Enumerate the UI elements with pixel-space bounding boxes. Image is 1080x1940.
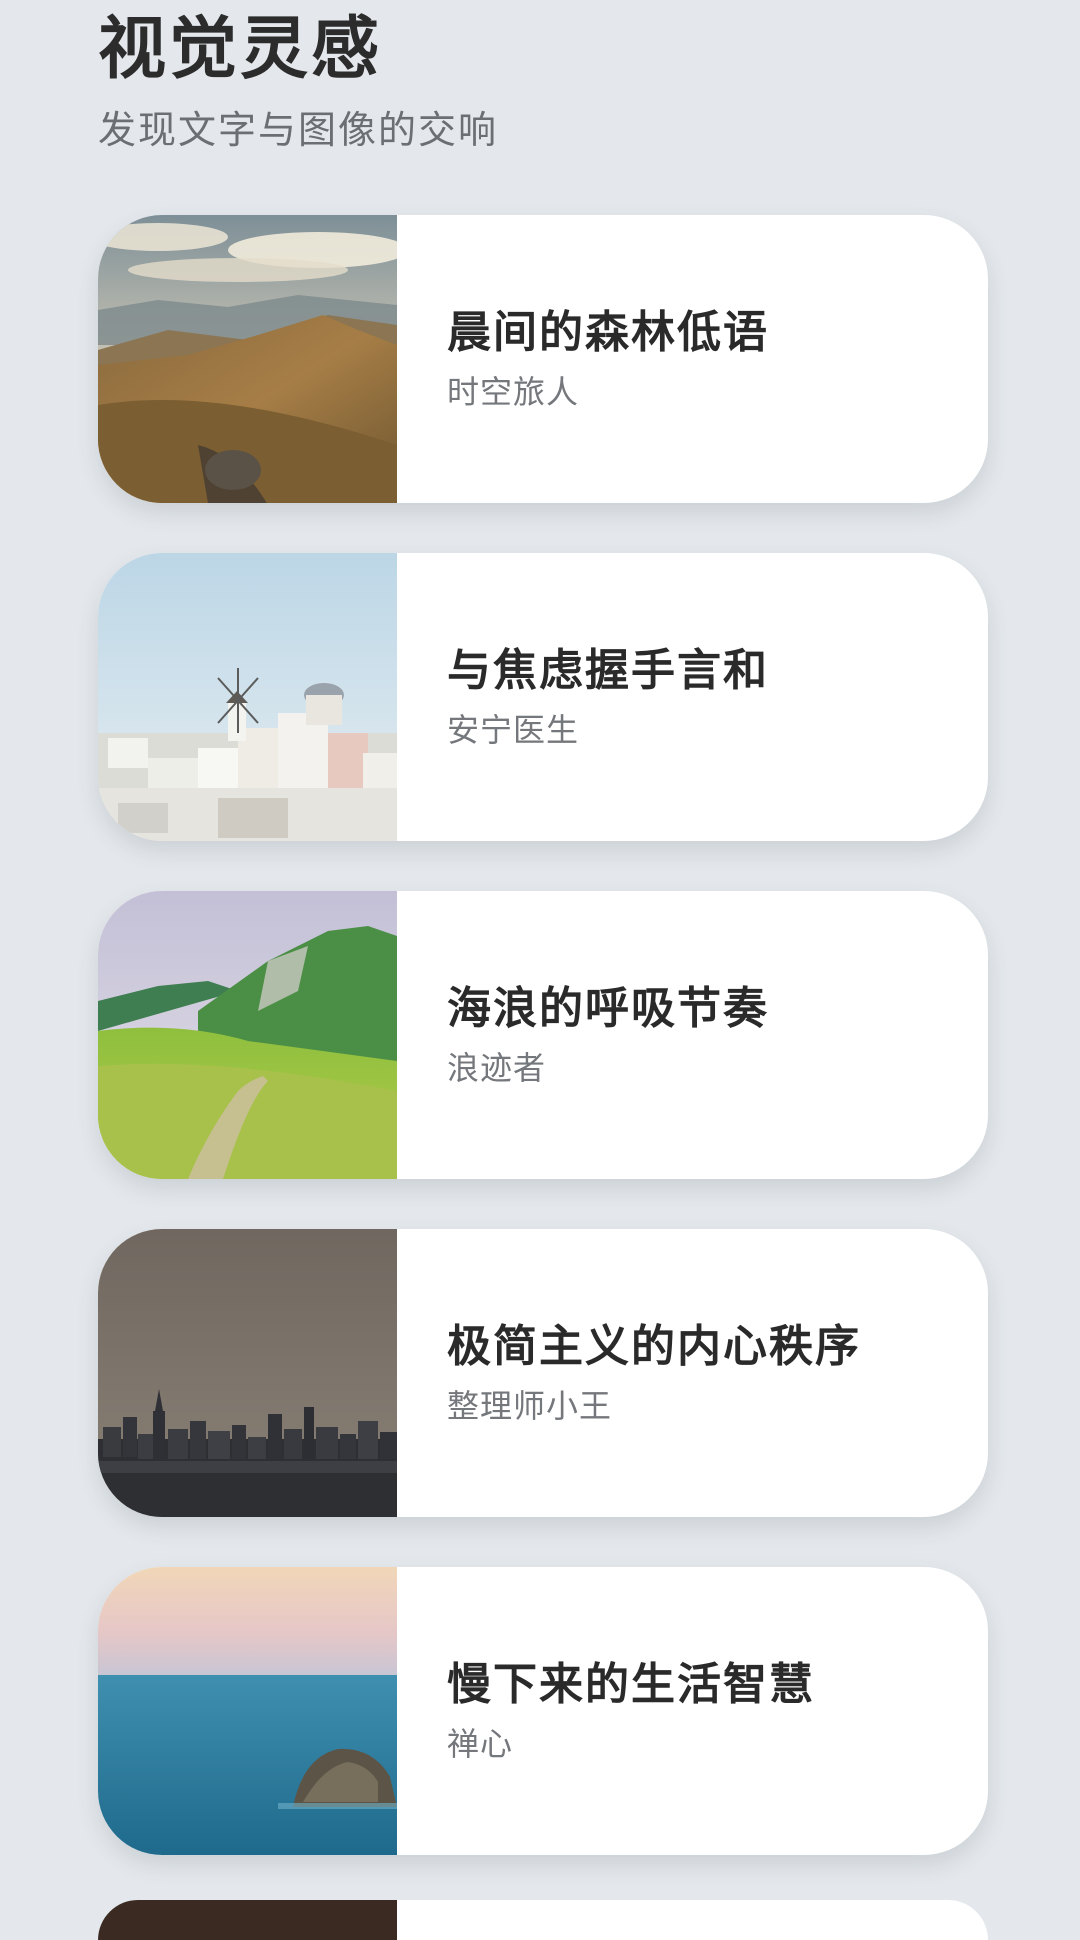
card-body-partial	[397, 1900, 988, 1940]
article-card[interactable]: 晨间的森林低语 时空旅人	[98, 215, 988, 503]
card-title: 晨间的森林低语	[447, 307, 769, 358]
card-thumbnail-partial	[98, 1900, 397, 1940]
card-title: 极简主义的内心秩序	[447, 1321, 861, 1372]
article-card[interactable]: 慢下来的生活智慧 禅心	[98, 1567, 988, 1855]
page-title: 视觉灵感	[98, 10, 383, 89]
card-thumbnail-green-hills-trail	[98, 891, 397, 1179]
card-text: 慢下来的生活智慧 禅心	[397, 1567, 815, 1855]
article-card[interactable]: 海浪的呼吸节奏 浪迹者	[98, 891, 988, 1179]
card-text: 极简主义的内心秩序 整理师小王	[397, 1229, 861, 1517]
card-author: 时空旅人	[447, 373, 580, 411]
card-title: 慢下来的生活智慧	[447, 1659, 815, 1710]
page-header: 视觉灵感 发现文字与图像的交响	[98, 0, 498, 154]
card-thumbnail-mountain-landscape	[98, 215, 397, 503]
card-author: 整理师小王	[447, 1387, 613, 1425]
card-title: 与焦虑握手言和	[447, 645, 769, 696]
card-author: 禅心	[447, 1725, 514, 1763]
card-text: 晨间的森林低语 时空旅人	[397, 215, 769, 503]
card-text: 与焦虑握手言和 安宁医生	[397, 553, 769, 841]
article-card[interactable]: 极简主义的内心秩序 整理师小王	[98, 1229, 988, 1517]
card-thumbnail-city-skyline	[98, 1229, 397, 1517]
page-subtitle: 发现文字与图像的交响	[98, 108, 499, 152]
card-author: 安宁医生	[447, 711, 580, 749]
article-card-list: 晨间的森林低语 时空旅人 与焦虑握手言和 安宁医生 海浪的呼吸节奏 浪迹者 极简…	[98, 215, 988, 1905]
card-author: 浪迹者	[447, 1049, 547, 1087]
card-thumbnail-sea-rock	[98, 1567, 397, 1855]
card-thumbnail-white-village-windmill	[98, 553, 397, 841]
card-title: 海浪的呼吸节奏	[447, 983, 769, 1034]
card-text: 海浪的呼吸节奏 浪迹者	[397, 891, 769, 1179]
article-card-partial[interactable]	[98, 1900, 988, 1940]
article-card[interactable]: 与焦虑握手言和 安宁医生	[98, 553, 988, 841]
